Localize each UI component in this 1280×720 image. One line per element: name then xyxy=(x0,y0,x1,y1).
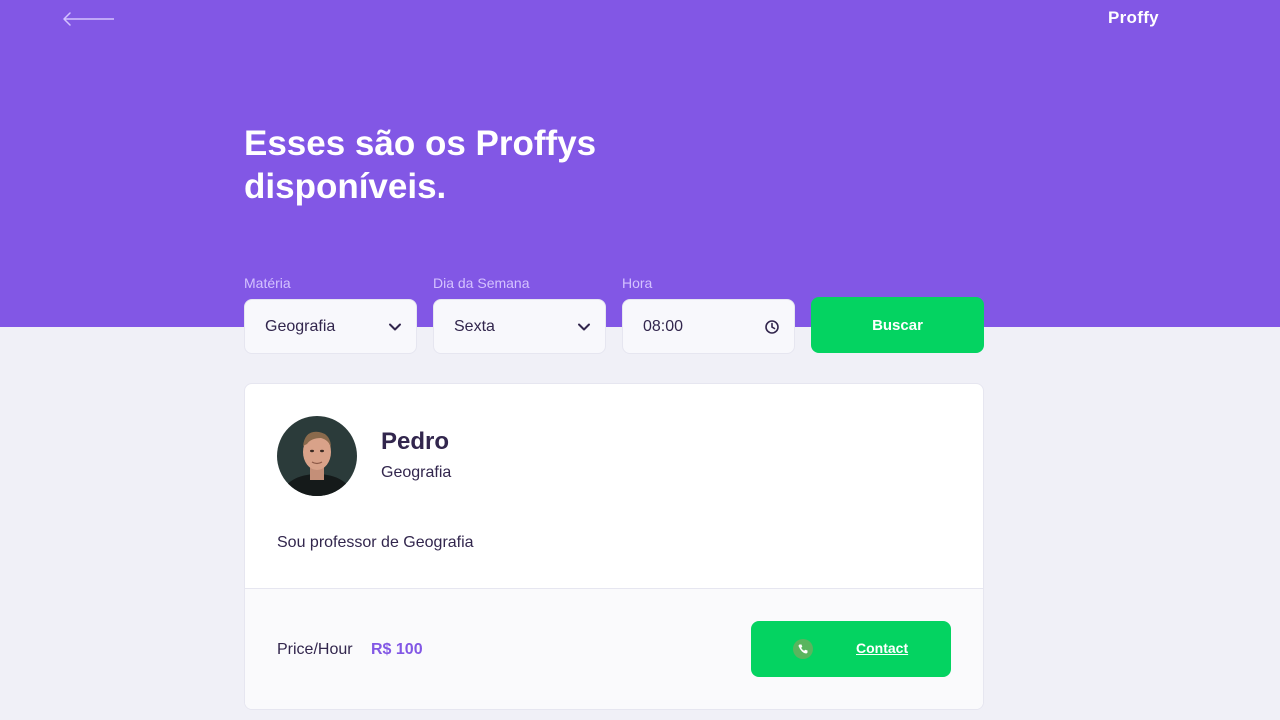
time-value: 08:00 xyxy=(643,317,684,335)
clock-icon[interactable] xyxy=(764,319,780,335)
page-header: Proffy Esses são os Proffys disponíveis.… xyxy=(0,0,1280,354)
teacher-subject: Geografia xyxy=(381,464,452,481)
contact-label: Contact xyxy=(856,640,909,656)
back-button[interactable] xyxy=(62,8,116,30)
weekday-label: Dia da Semana xyxy=(433,275,530,291)
chevron-down-icon xyxy=(578,323,590,330)
arrow-left-icon xyxy=(63,12,114,26)
contact-button[interactable]: Contact xyxy=(751,621,951,677)
avatar xyxy=(277,416,357,496)
page-title: Esses são os Proffys disponíveis. xyxy=(244,124,597,206)
weekday-select[interactable]: Sexta xyxy=(433,299,606,354)
logo: Proffy xyxy=(1108,8,1159,27)
subject-label: Matéria xyxy=(244,275,291,291)
chevron-down-icon xyxy=(389,323,401,330)
teacher-name: Pedro xyxy=(381,428,450,455)
card-footer: Price/Hour R$ 100 Contact xyxy=(245,588,983,709)
price-label: Price/Hour xyxy=(277,641,353,658)
time-input[interactable]: 08:00 xyxy=(622,299,795,354)
teacher-card: Pedro Geografia Sou professor de Geograf… xyxy=(244,383,984,710)
time-label: Hora xyxy=(622,275,653,291)
weekday-value: Sexta xyxy=(454,317,495,335)
teacher-bio: Sou professor de Geografia xyxy=(277,534,474,551)
whatsapp-icon xyxy=(793,639,813,659)
subject-select[interactable]: Geografia xyxy=(244,299,417,354)
price-value: R$ 100 xyxy=(371,641,423,658)
subject-value: Geografia xyxy=(265,317,336,335)
search-button[interactable]: Buscar xyxy=(811,297,984,353)
